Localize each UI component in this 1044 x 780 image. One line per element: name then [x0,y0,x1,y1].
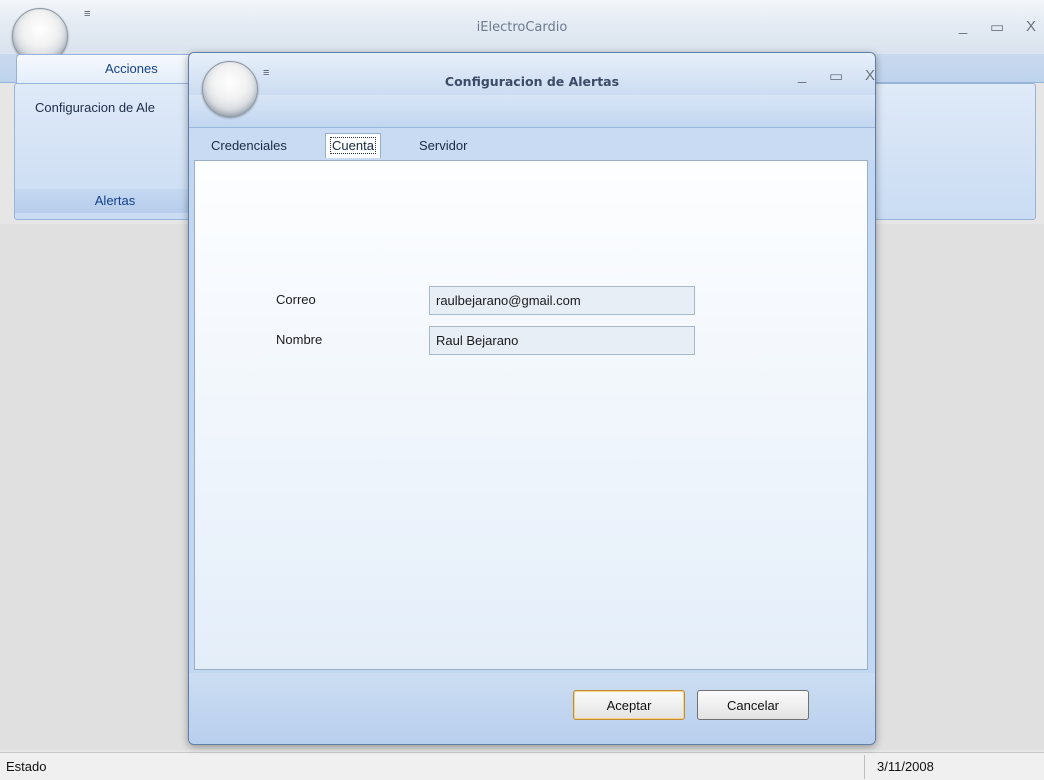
aceptar-button[interactable]: Aceptar [573,690,685,720]
cancelar-button[interactable]: Cancelar [697,690,809,720]
dialog-close-button[interactable]: X [863,67,875,85]
ribbon-group-label: Alertas [15,189,215,213]
maximize-button[interactable]: ▭ [990,18,1004,36]
main-titlebar: ≡ iElectroCardio _ ▭ X [0,0,1044,64]
dialog-title: Configuracion de Alertas [444,74,620,89]
dialog-minimize-button[interactable]: _ [795,67,809,85]
config-alertas-dialog: ≡ Configuracion de Alertas _ ▭ X Credenc… [188,52,876,745]
dialog-toolstrip [189,95,875,128]
status-date: 3/11/2008 [877,759,934,774]
dialog-titlebar: ≡ Configuracion de Alertas _ ▭ X [189,53,875,95]
correo-label: Correo [276,292,316,307]
status-text: Estado [6,759,47,774]
tab-credenciales[interactable]: Credenciales [207,136,291,156]
ribbon-group-alertas: Configuracion de Ale Alertas [15,84,216,215]
close-button[interactable]: X [1024,18,1038,36]
dialog-orb-button[interactable] [202,61,258,117]
window-title: iElectroCardio [476,20,568,35]
correo-field[interactable] [429,286,695,315]
dialog-maximize-button[interactable]: ▭ [829,67,843,85]
status-bar: Estado 3/11/2008 [0,752,1044,780]
status-separator [864,755,865,779]
nombre-label: Nombre [276,332,323,347]
tab-cuenta-label: Cuenta [330,137,376,154]
dialog-button-bar: Aceptar Cancelar [189,673,875,744]
tab-page-cuenta: Correo Nombre [194,160,868,670]
dialog-caption-buttons: _ ▭ X [795,67,875,85]
window-caption-buttons: _ ▭ X [956,18,1038,36]
tab-cuenta[interactable]: Cuenta [325,133,381,158]
nombre-field[interactable] [429,326,695,355]
minimize-button[interactable]: _ [956,18,970,36]
config-alertas-ribbon-button[interactable]: Configuracion de Ale [35,100,155,115]
quick-access-menu-icon[interactable]: ≡ [84,8,90,20]
tab-strip: Credenciales Cuenta Servidor [189,128,875,160]
tab-servidor[interactable]: Servidor [415,136,471,156]
